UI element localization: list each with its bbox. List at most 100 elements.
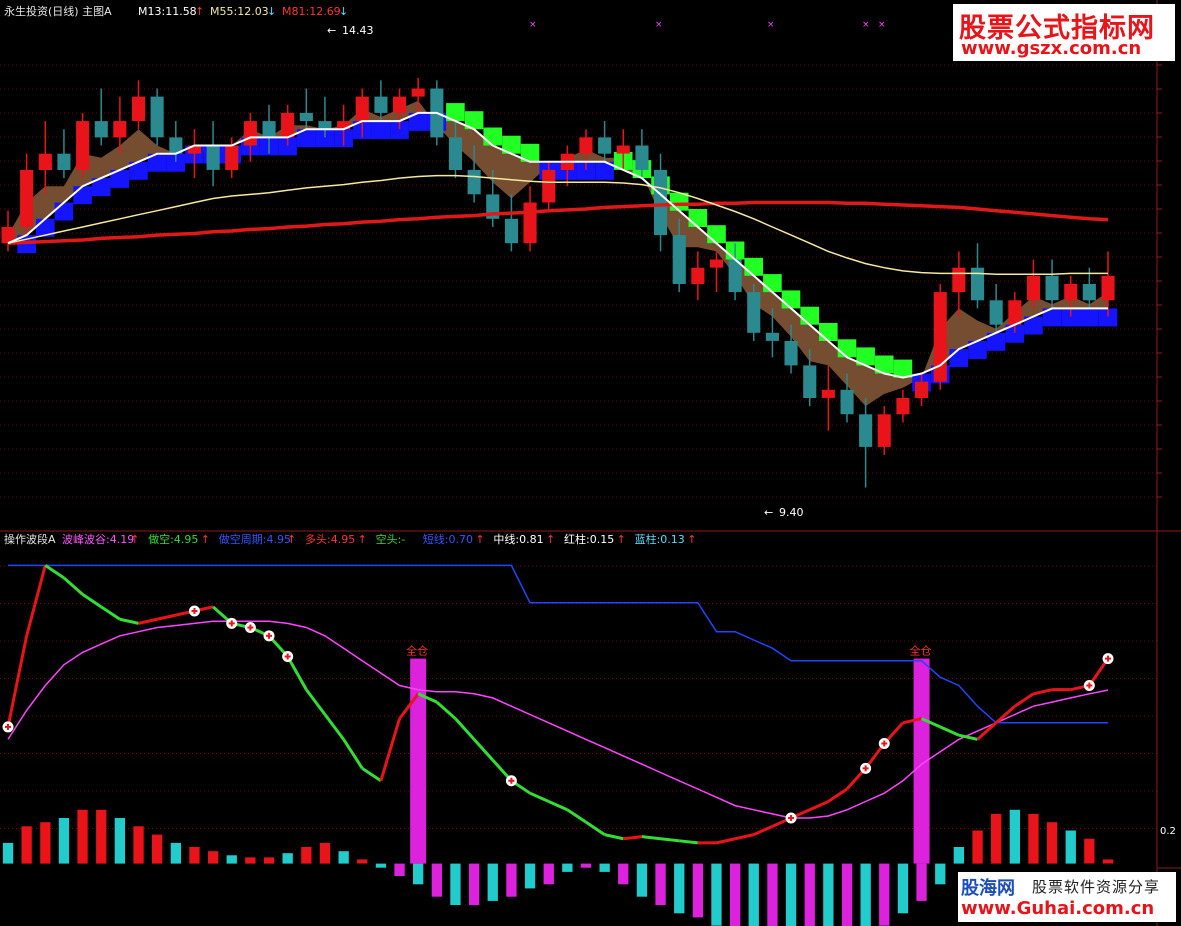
momentum-bar bbox=[394, 863, 405, 876]
candle-body bbox=[355, 96, 369, 121]
candle-body bbox=[299, 112, 313, 121]
trend-line-segment bbox=[679, 839, 698, 845]
momentum-bar bbox=[618, 863, 629, 885]
candle-body bbox=[411, 88, 425, 97]
momentum-bar bbox=[431, 863, 442, 897]
candle-body bbox=[57, 153, 71, 170]
momentum-bar bbox=[282, 853, 293, 864]
momentum-bar bbox=[599, 863, 610, 872]
trend-line-segment bbox=[472, 738, 494, 762]
candle-body bbox=[598, 137, 612, 154]
trend-line-segment bbox=[379, 718, 401, 782]
legend-item: 波峰波谷:4.19 bbox=[62, 533, 134, 546]
trend-line-segment bbox=[119, 617, 139, 625]
candle-body bbox=[206, 145, 220, 170]
legend-arrow: ↑ bbox=[201, 533, 210, 546]
chart-canvas: 全仓 全仓 永生投资(日线) 主图A M13:11.58 ↑ M55:12.03 … bbox=[0, 0, 1181, 926]
bear-band-block bbox=[893, 359, 913, 378]
trend-line-segment bbox=[81, 593, 103, 609]
trend-line-segment bbox=[323, 713, 345, 741]
momentum-bar bbox=[524, 863, 536, 889]
momentum-bar bbox=[674, 863, 685, 914]
trend-line-segment bbox=[753, 824, 774, 836]
momentum-bar bbox=[860, 863, 871, 926]
ma55-arrow: ↓ bbox=[267, 5, 276, 18]
legend-arrow: ↑ bbox=[475, 533, 484, 546]
momentum-bar bbox=[879, 863, 890, 926]
momentum-bar bbox=[152, 834, 163, 864]
candle-body bbox=[896, 398, 910, 415]
candle-body bbox=[1064, 284, 1078, 301]
momentum-bar bbox=[1028, 813, 1039, 864]
full-position-label: 全仓 bbox=[406, 644, 428, 658]
momentum-bar bbox=[338, 851, 349, 864]
momentum-bar bbox=[487, 863, 498, 901]
momentum-bar bbox=[1065, 830, 1076, 864]
momentum-bar bbox=[114, 818, 125, 864]
momentum-bar bbox=[263, 857, 275, 864]
legend-arrow: ↑ bbox=[687, 533, 696, 546]
svg-text:×: × bbox=[862, 20, 870, 30]
momentum-bar bbox=[543, 863, 554, 885]
candle-body bbox=[784, 341, 798, 366]
bear-band-block bbox=[688, 209, 708, 227]
candle-body bbox=[952, 267, 966, 293]
bull-band-block bbox=[1080, 308, 1099, 327]
trend-line-segment bbox=[660, 837, 680, 843]
legend-arrow: ↑ bbox=[130, 533, 139, 546]
trend-line-segment bbox=[809, 800, 829, 812]
candle-body bbox=[616, 145, 630, 154]
candle-body bbox=[150, 96, 164, 138]
trend-line-segment bbox=[138, 617, 158, 625]
svg-text:×: × bbox=[529, 20, 537, 30]
momentum-bar bbox=[748, 863, 759, 926]
candle-body bbox=[243, 121, 257, 146]
candle-body bbox=[225, 145, 239, 170]
full-position-label: 全仓 bbox=[910, 644, 932, 658]
candle-body bbox=[747, 292, 761, 333]
svg-text:×: × bbox=[655, 20, 663, 30]
candle-body bbox=[467, 169, 481, 195]
last-value-label: 0.2 bbox=[1160, 826, 1176, 837]
bear-band-block bbox=[837, 339, 857, 358]
momentum-bar bbox=[40, 822, 51, 864]
candle-body bbox=[1045, 275, 1059, 301]
momentum-bar bbox=[580, 863, 592, 868]
momentum-bar bbox=[953, 847, 964, 864]
momentum-bar bbox=[730, 863, 741, 926]
momentum-bar bbox=[767, 863, 778, 926]
legend-item: 多头:4.95 bbox=[305, 532, 355, 546]
candle-body bbox=[374, 96, 388, 113]
trend-line-segment bbox=[454, 717, 476, 741]
candle-body bbox=[523, 202, 537, 244]
legend-arrow: ↑ bbox=[546, 533, 555, 546]
trend-line-segment bbox=[827, 787, 848, 803]
momentum-bar bbox=[413, 863, 424, 885]
momentum-bar bbox=[208, 851, 219, 864]
candle-body bbox=[915, 381, 929, 398]
momentum-bar bbox=[692, 863, 703, 918]
trend-line-segment bbox=[100, 605, 121, 621]
trend-line-segment bbox=[1033, 688, 1053, 696]
high-price-label: 14.43 bbox=[342, 24, 374, 37]
candle-body bbox=[765, 332, 779, 341]
candle-body bbox=[1082, 284, 1096, 301]
series-line bbox=[7, 620, 1109, 819]
candle-body bbox=[579, 137, 593, 154]
momentum-bar bbox=[319, 842, 331, 864]
candle-body bbox=[393, 96, 407, 113]
trend-line-segment bbox=[604, 833, 624, 841]
momentum-bar bbox=[469, 863, 480, 905]
bear-band-block bbox=[744, 257, 763, 276]
momentum-bar bbox=[2, 842, 14, 864]
trend-line-segment bbox=[734, 833, 755, 841]
trend-line-segment bbox=[6, 635, 29, 728]
momentum-bar bbox=[357, 859, 368, 864]
watermark-guhai-brand: 股海网 bbox=[961, 878, 1015, 899]
watermark-gszx: 股票公式指标网 www.gszx.com.cn bbox=[953, 4, 1175, 61]
momentum-bar bbox=[245, 857, 256, 864]
series-line bbox=[8, 564, 1108, 724]
candle-body bbox=[821, 389, 835, 398]
watermark-gszx-url: www.gszx.com.cn bbox=[961, 38, 1142, 59]
bull-band-block bbox=[371, 121, 391, 140]
